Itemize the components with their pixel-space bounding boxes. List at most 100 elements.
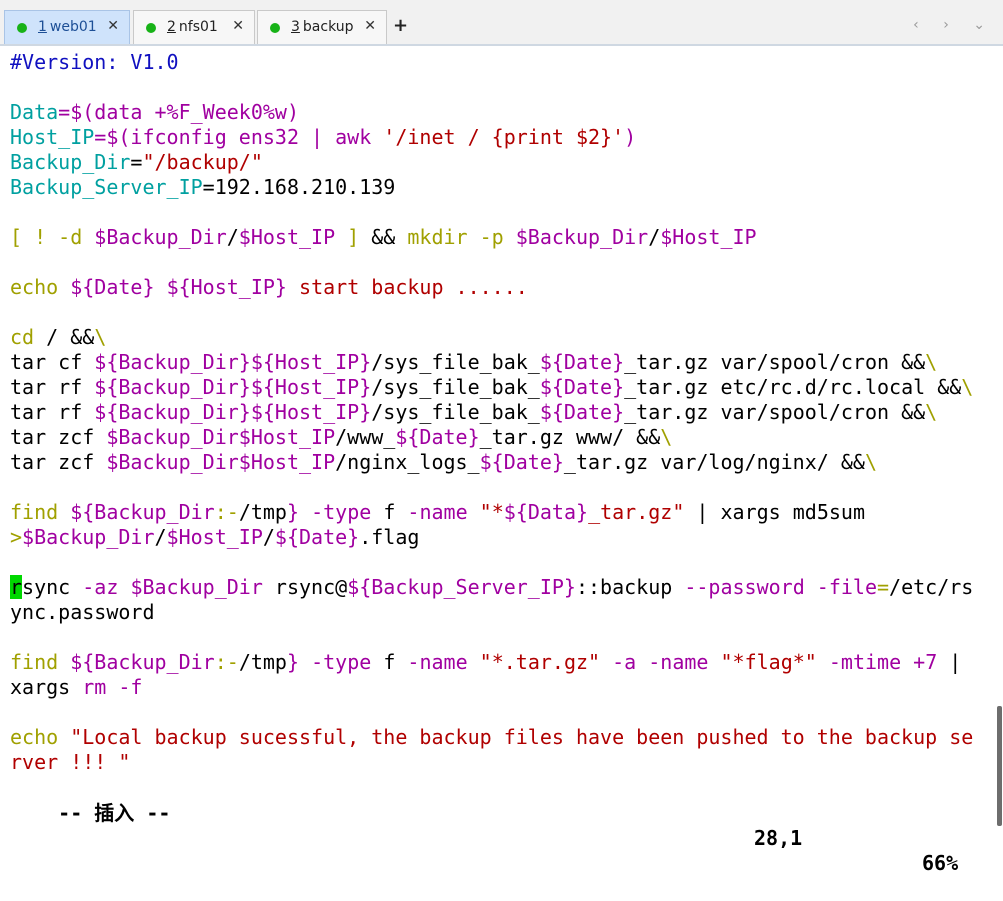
code-token: $Backup_Dir$Host_IP — [106, 425, 336, 449]
code-token: /etc/rs — [889, 575, 974, 599]
code-token: ${Date} — [539, 400, 625, 424]
code-token: /sys_file_bak_ — [371, 375, 540, 399]
code-token: $Host_IP — [166, 525, 263, 549]
close-tab-icon[interactable]: ✕ — [107, 18, 119, 34]
code-token: =$(ifconfig ens32 | awk — [94, 125, 384, 149]
code-token: ${Backup_Dir}${Host_IP} — [94, 350, 372, 374]
code-token: '/inet / {print $2}' — [383, 125, 625, 149]
tab-label: 2 nfs01 — [167, 19, 218, 35]
code-token: .flag — [359, 525, 420, 549]
connected-status-icon — [270, 23, 280, 33]
code-token: \ — [925, 400, 938, 424]
code-token: :- — [214, 650, 239, 674]
code-token: \ — [925, 350, 938, 374]
code-token: /sys_file_bak_ — [371, 350, 540, 374]
code-token: ${Backup_Dir}${Host_IP} — [94, 400, 372, 424]
code-token: ${Date} — [479, 450, 564, 474]
code-token: f — [383, 650, 396, 674]
code-token: ::backup — [575, 575, 685, 599]
code-token: Backup_Dir — [10, 150, 131, 174]
code-token: \ — [961, 375, 974, 399]
code-token: "/backup/" — [142, 150, 263, 174]
vim-mode-indicator: -- 插入 -- — [58, 801, 171, 825]
close-tab-icon[interactable]: ✕ — [364, 18, 376, 34]
tab-label: 1 web01 — [38, 19, 97, 35]
code-token: && — [371, 225, 408, 249]
terminal-line: Backup_Dir="/backup/" — [10, 150, 990, 175]
code-token: ${Data} — [503, 500, 589, 524]
terminal-line: ync.password — [10, 600, 990, 625]
code-token: xargs — [10, 675, 83, 699]
code-token: f — [383, 500, 396, 524]
tab-web01[interactable]: 1 web01 ✕ — [4, 10, 130, 44]
code-token: /tmp — [238, 650, 287, 674]
terminal-line: Data=$(data +%F_Week0%w) — [10, 100, 990, 125]
scrollbar-thumb[interactable] — [997, 706, 1002, 826]
tab-backup[interactable]: 3 backup ✕ — [257, 10, 387, 44]
tab-label: 3 backup — [291, 19, 354, 35]
code-token: $Backup_Dir — [515, 225, 649, 249]
connected-status-icon — [17, 23, 27, 33]
terminal-line: tar cf ${Backup_Dir}${Host_IP}/sys_file_… — [10, 350, 990, 375]
code-token: = — [130, 150, 143, 174]
code-token: -name — [395, 650, 480, 674]
terminal-line: tar zcf $Backup_Dir$Host_IP/nginx_logs_$… — [10, 450, 990, 475]
code-token: _tar.gz var/spool/cron && — [624, 400, 926, 424]
terminal-scrollbar[interactable] — [995, 46, 1003, 826]
code-token: "*flag*" — [720, 650, 817, 674]
code-token: Backup_Server_IP — [10, 175, 203, 199]
terminal-line: rver !!! " — [10, 750, 990, 775]
code-token: echo — [10, 275, 71, 299]
tab-list-dropdown-icon[interactable]: ⌄ — [973, 17, 995, 33]
terminal-line: >$Backup_Dir/$Host_IP/${Date}.flag — [10, 525, 990, 550]
code-token: _tar.gz var/spool/cron && — [624, 350, 926, 374]
code-token: --password -file — [684, 575, 877, 599]
code-token: -type — [299, 500, 384, 524]
code-token: rm -f — [82, 675, 143, 699]
code-token: ] — [335, 225, 372, 249]
connected-status-icon — [146, 23, 156, 33]
vim-status-bar: -- 插入 -- 28,1 66% — [0, 776, 990, 875]
code-token: tar rf — [10, 375, 95, 399]
tab-navigation-arrows[interactable]: ‹ › ⌄ — [913, 17, 995, 33]
code-token: | xargs md5sum — [684, 500, 866, 524]
code-token: start backup ...... — [286, 275, 528, 299]
terminal-line: Host_IP=$(ifconfig ens32 | awk '/inet / … — [10, 125, 990, 150]
code-token: rver !!! " — [10, 750, 131, 774]
tab-nfs01[interactable]: 2 nfs01 ✕ — [133, 10, 255, 44]
code-token: ${Backup_Dir}${Host_IP} — [94, 375, 372, 399]
code-token: "Local backup sucessful, the backup file… — [70, 725, 974, 749]
code-token: } — [286, 500, 300, 524]
terminal-line: rsync -az $Backup_Dir rsync@${Backup_Ser… — [10, 575, 990, 600]
code-token: $Backup_Dir — [22, 525, 155, 549]
code-token: \ — [660, 425, 673, 449]
code-token: $Host_IP — [238, 225, 336, 249]
terminal-editor[interactable]: #Version: V1.0 Data=$(data +%F_Week0%w) H… — [0, 46, 990, 815]
scroll-percent: 66% — [922, 851, 959, 875]
code-token: ${Backup_Server_IP} — [347, 575, 576, 599]
code-token: ) — [624, 125, 637, 149]
code-token: [ ! -d — [10, 225, 95, 249]
code-token: _tar.gz var/log/nginx/ && — [563, 450, 865, 474]
terminal-line: Backup_Server_IP=192.168.210.139 — [10, 175, 990, 200]
code-token: /www_ — [335, 425, 396, 449]
code-token: -name — [395, 500, 480, 524]
terminal-line: tar rf ${Backup_Dir}${Host_IP}/sys_file_… — [10, 400, 990, 425]
code-token: / — [226, 225, 239, 249]
code-token: find — [10, 500, 71, 524]
code-token: ${Backup_Dir — [70, 650, 215, 674]
terminal-line: echo "Local backup sucessful, the backup… — [10, 725, 990, 750]
code-token: > — [10, 525, 23, 549]
new-tab-button[interactable]: + — [393, 15, 408, 36]
code-token: \ — [94, 325, 107, 349]
close-tab-icon[interactable]: ✕ — [232, 18, 244, 34]
terminal-line: xargs rm -f — [10, 675, 990, 700]
code-token: ${Date} — [539, 375, 625, 399]
terminal-line: cd / &&\ — [10, 325, 990, 350]
code-token: =$(data +%F_Week0%w) — [58, 100, 299, 124]
code-token: = — [877, 575, 890, 599]
